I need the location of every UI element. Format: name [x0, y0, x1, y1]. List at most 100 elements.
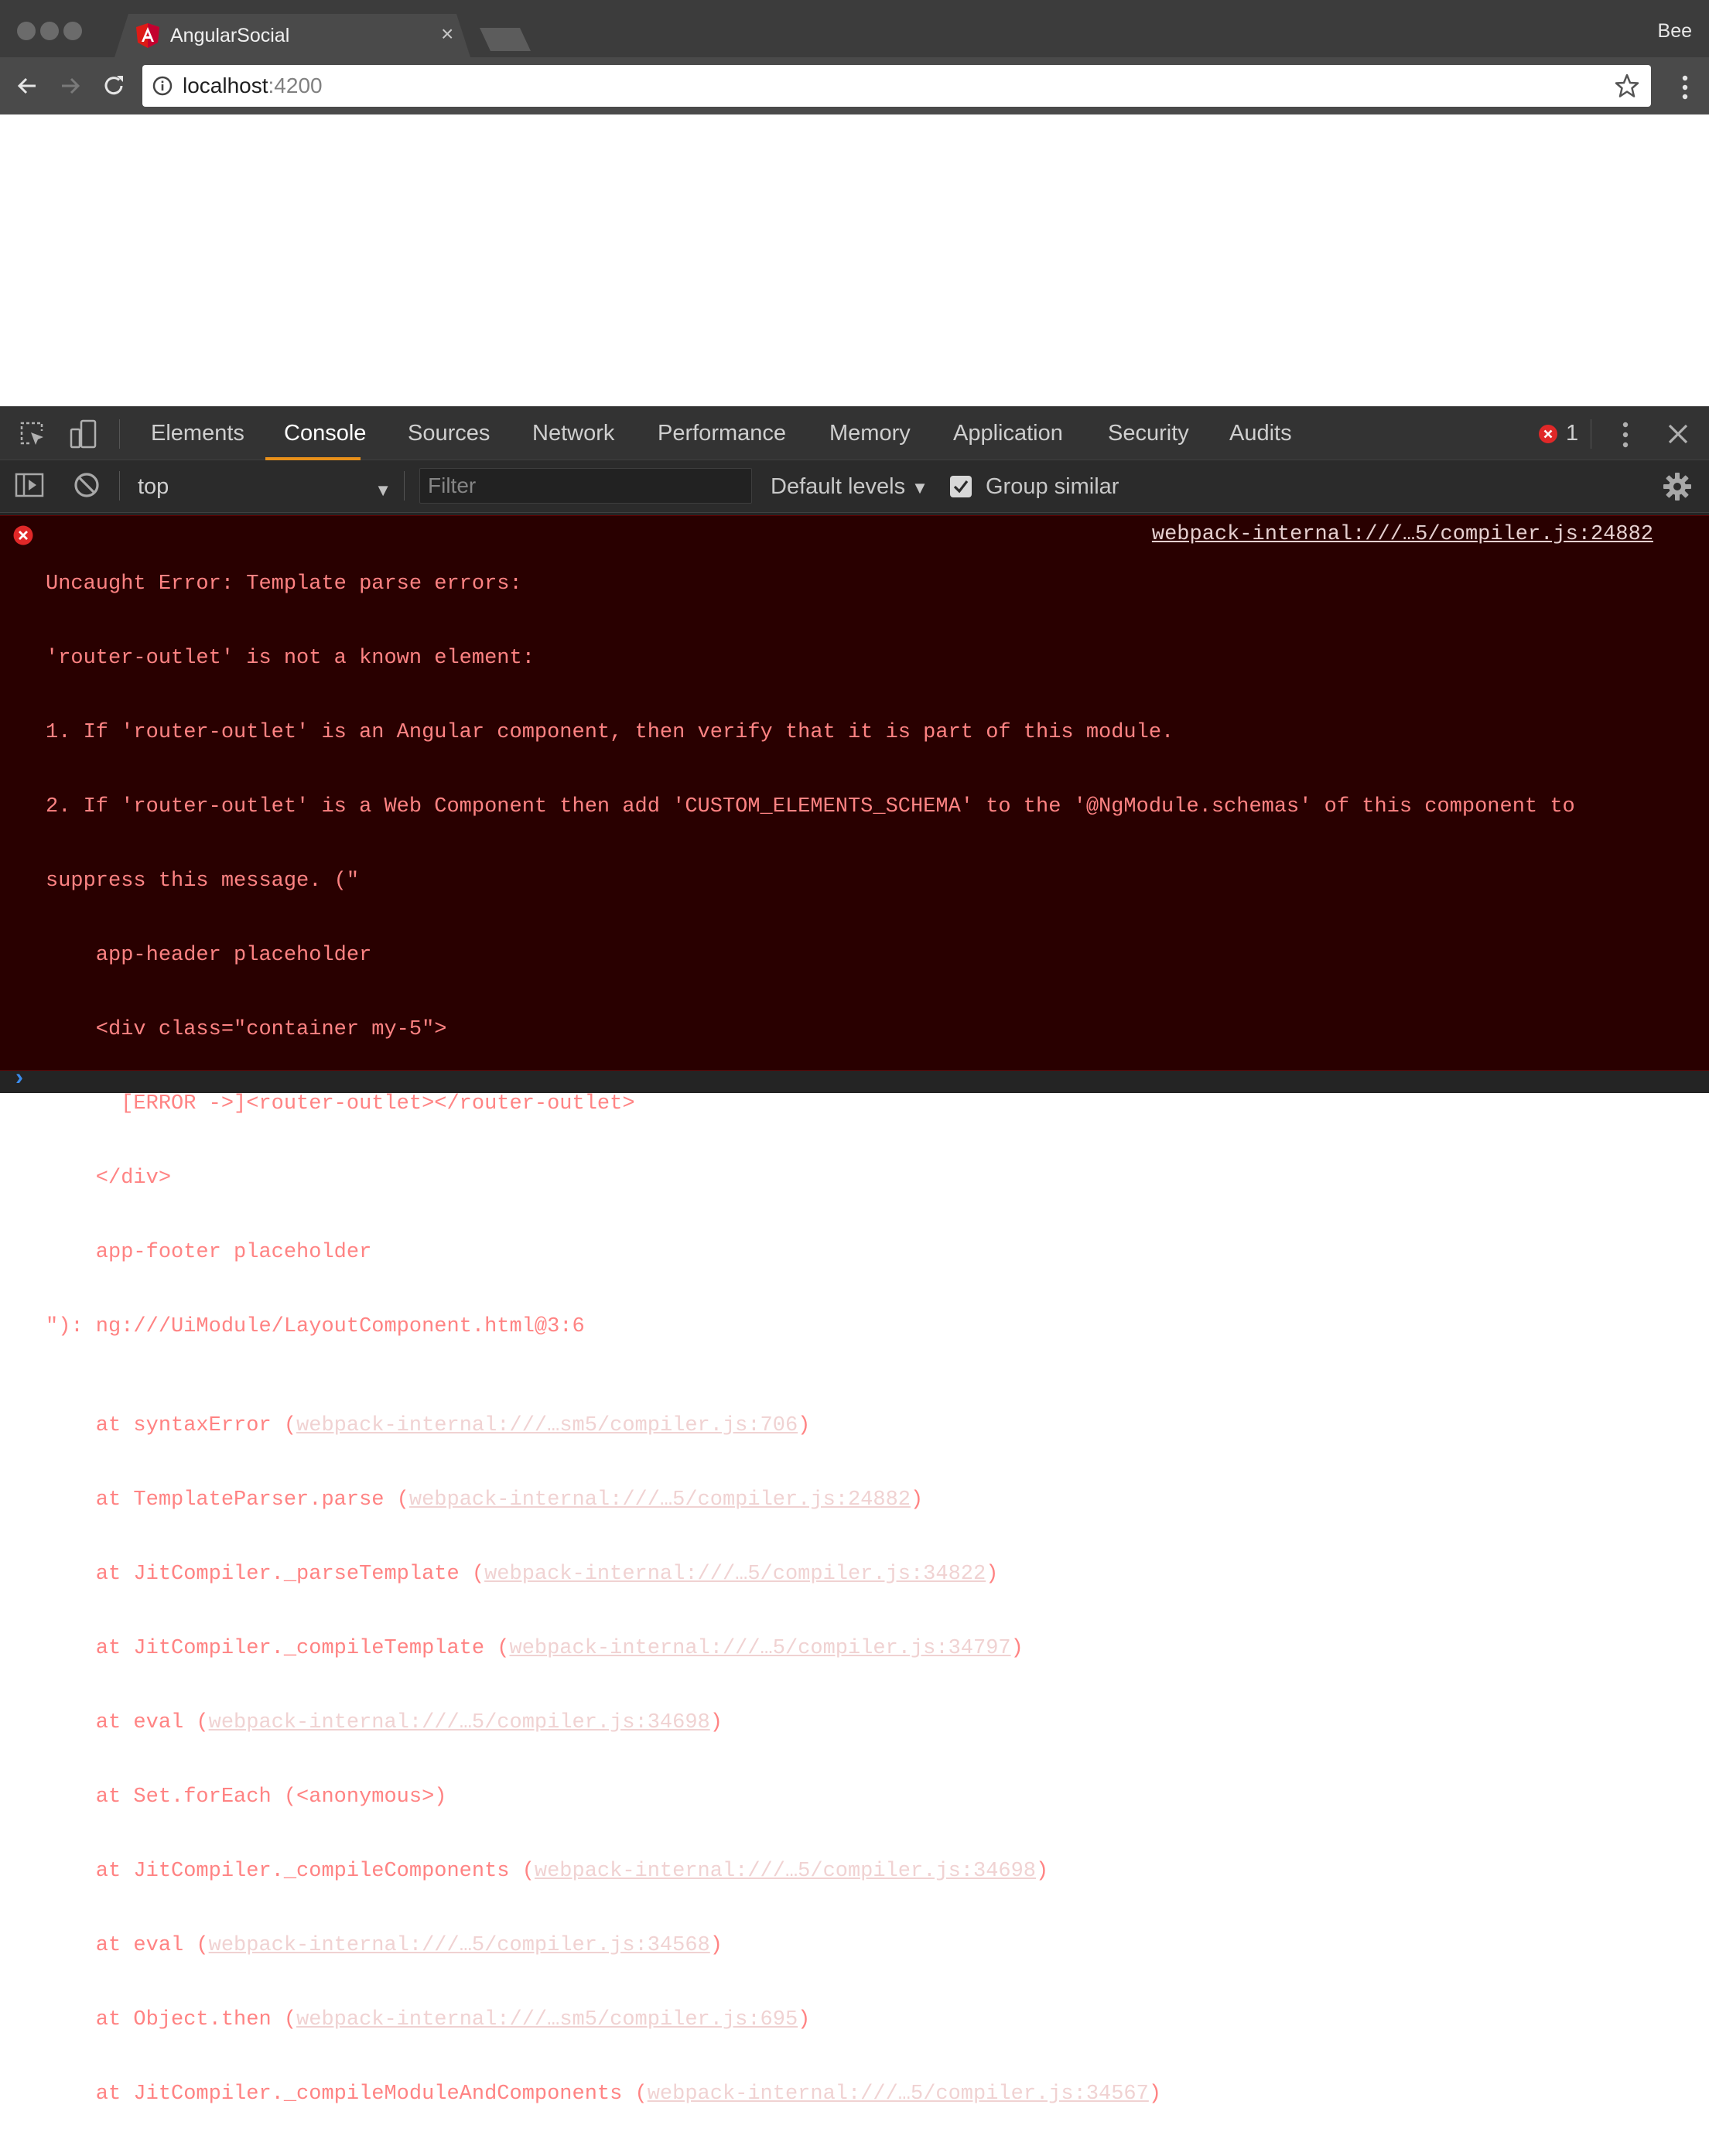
toolbar-divider	[119, 419, 120, 449]
tab-memory[interactable]: Memory	[829, 421, 911, 446]
stack-frame-text: at eval (	[46, 1934, 209, 1957]
tab-sources[interactable]: Sources	[408, 421, 490, 446]
error-line: <div class="container my-5">	[46, 1018, 447, 1041]
group-similar-label[interactable]: Group similar	[986, 474, 1119, 500]
stack-frame-text: )	[911, 1488, 924, 1512]
stack-frame-text: at JitCompiler._parseTemplate (	[46, 1563, 485, 1586]
stack-frame-text: at Set.forEach (<anonymous>)	[46, 1785, 447, 1809]
stack-frame-link[interactable]: webpack-internal:///…sm5/compiler.js:695	[296, 2008, 798, 2031]
stack-frame: at syntaxError (webpack-internal:///…sm5…	[46, 1413, 1670, 1438]
stack-frame-text: )	[709, 1711, 723, 1734]
console-toolbar: top ▼ Default levels ▼ Group similar	[0, 460, 1709, 513]
browser-toolbar: localhost:4200	[0, 57, 1709, 114]
stack-frame-link[interactable]: webpack-internal:///…5/compiler.js:24882	[409, 1488, 911, 1512]
inspect-element-icon[interactable]	[17, 419, 48, 449]
close-icon[interactable]	[1665, 421, 1691, 447]
stack-frame-text: at Object.then (	[46, 2008, 297, 2031]
stack-frame-link[interactable]: webpack-internal:///…5/compiler.js:34797	[510, 1637, 1011, 1660]
stack-frame-link[interactable]: webpack-internal:///…5/compiler.js:34698	[535, 1860, 1036, 1883]
stack-frame-text: )	[798, 1414, 811, 1437]
error-line: 2. If 'router-outlet' is a Web Component…	[46, 795, 1575, 818]
browser-tab[interactable]: AngularSocial ×	[115, 14, 470, 57]
tab-network[interactable]: Network	[532, 421, 614, 446]
tab-close-icon[interactable]: ×	[441, 23, 453, 45]
toolbar-divider	[119, 471, 120, 501]
stack-frame: at JitCompiler._compileComponents (webpa…	[46, 1859, 1670, 1884]
zoom-window-button[interactable]	[63, 22, 82, 40]
tab-title: AngularSocial	[170, 25, 290, 46]
error-text: Uncaught Error: Template parse errors: '…	[46, 522, 1670, 2156]
tab-security[interactable]: Security	[1108, 421, 1189, 446]
profile-name[interactable]: Bee	[1658, 20, 1692, 43]
tab-application[interactable]: Application	[953, 421, 1063, 446]
url-host: localhost	[183, 73, 268, 97]
prompt-chevron-icon: ›	[15, 1064, 23, 1090]
angular-logo-icon	[136, 23, 159, 48]
sidebar-toggle-icon[interactable]	[14, 470, 45, 501]
gear-icon[interactable]	[1662, 471, 1693, 502]
tab-console[interactable]: Console	[284, 421, 366, 446]
tab-performance[interactable]: Performance	[658, 421, 786, 446]
stack-frame: at eval (webpack-internal:///…5/compiler…	[46, 1933, 1670, 1958]
stack-frame: at TemplateParser.parse (webpack-interna…	[46, 1488, 1670, 1512]
stack-frame-link[interactable]: webpack-internal:///…sm5/compiler.js:706	[296, 1414, 798, 1437]
stack-frame-link[interactable]: webpack-internal:///…5/compiler.js:34822	[484, 1563, 986, 1586]
device-toolbar-icon[interactable]	[68, 419, 99, 449]
filter-input[interactable]	[419, 468, 752, 504]
error-line: </div>	[46, 1167, 172, 1190]
stack-frame-text: )	[1036, 1860, 1049, 1883]
dropdown-caret-icon: ▼	[374, 480, 391, 500]
log-levels-dropdown[interactable]: Default levels ▼	[771, 474, 928, 500]
error-line: app-footer placeholder	[46, 1241, 372, 1264]
stack-frame-text: at eval (	[46, 1711, 209, 1734]
info-icon[interactable]	[152, 75, 173, 97]
stack-frame-link[interactable]: webpack-internal:///…5/compiler.js:34568	[209, 1934, 710, 1957]
url-port: :4200	[268, 73, 323, 97]
error-icon[interactable]	[1538, 424, 1558, 444]
stack-frame-text: )	[986, 1563, 999, 1586]
close-window-button[interactable]	[17, 22, 36, 40]
reload-icon[interactable]	[101, 73, 127, 99]
stack-frame: at JitCompiler._compileTemplate (webpack…	[46, 1636, 1670, 1661]
devtools-tab-bar: Elements Console Sources Network Perform…	[0, 406, 1709, 460]
tab-audits[interactable]: Audits	[1229, 421, 1292, 446]
new-tab-button[interactable]	[480, 28, 531, 51]
forward-arrow-icon[interactable]	[57, 73, 84, 99]
address-bar[interactable]: localhost:4200	[142, 65, 1651, 107]
star-icon[interactable]	[1614, 73, 1640, 99]
stack-frame-text: at syntaxError (	[46, 1414, 297, 1437]
error-icon	[13, 525, 33, 545]
more-vert-icon[interactable]	[1620, 420, 1631, 449]
error-line: Uncaught Error: Template parse errors:	[46, 572, 522, 596]
console-error-message[interactable]: webpack-internal:///…5/compiler.js:24882…	[0, 515, 1709, 2106]
browser-titlebar: AngularSocial × Bee	[0, 0, 1709, 57]
error-line: [ERROR ->]<router-outlet></router-outlet…	[46, 1092, 635, 1116]
stack-frame-link[interactable]: webpack-internal:///…5/compiler.js:34698	[209, 1711, 710, 1734]
stack-frame: at Set.forEach (<anonymous>)	[46, 1785, 1670, 1809]
stack-frame-text: )	[709, 1934, 723, 1957]
stack-frame-text: at JitCompiler._compileTemplate (	[46, 1637, 510, 1660]
error-line: "): ng:///UiModule/LayoutComponent.html@…	[46, 1315, 585, 1338]
clear-console-icon[interactable]	[71, 470, 102, 501]
tab-elements[interactable]: Elements	[151, 421, 244, 446]
context-selector[interactable]: top ▼	[136, 468, 391, 505]
url-text[interactable]: localhost:4200	[183, 73, 323, 98]
error-count[interactable]: 1	[1566, 421, 1578, 446]
more-vert-icon[interactable]	[1681, 74, 1689, 101]
error-line: suppress this message. ("	[46, 870, 360, 893]
stack-frame-text: at TemplateParser.parse (	[46, 1488, 409, 1512]
stack-frame: at Object.then (webpack-internal:///…sm5…	[46, 2007, 1670, 2032]
console-prompt[interactable]: ›	[0, 1064, 1709, 1093]
log-levels-label: Default levels	[771, 474, 906, 499]
page-viewport[interactable]	[0, 114, 1709, 406]
stack-frame-text: )	[1148, 2083, 1162, 2106]
error-line: 'router-outlet' is not a known element:	[46, 647, 535, 670]
stack-frame: at JitCompiler._parseTemplate (webpack-i…	[46, 1562, 1670, 1587]
toolbar-divider	[404, 471, 405, 501]
stack-frame-link[interactable]: webpack-internal:///…5/compiler.js:34567	[648, 2083, 1149, 2106]
group-similar-checkbox[interactable]	[950, 476, 972, 497]
back-arrow-icon[interactable]	[14, 73, 40, 99]
minimize-window-button[interactable]	[40, 22, 59, 40]
stack-frame: at JitCompiler._compileModuleAndComponen…	[46, 2082, 1670, 2106]
stack-frame-text: at JitCompiler._compileComponents (	[46, 1860, 535, 1883]
